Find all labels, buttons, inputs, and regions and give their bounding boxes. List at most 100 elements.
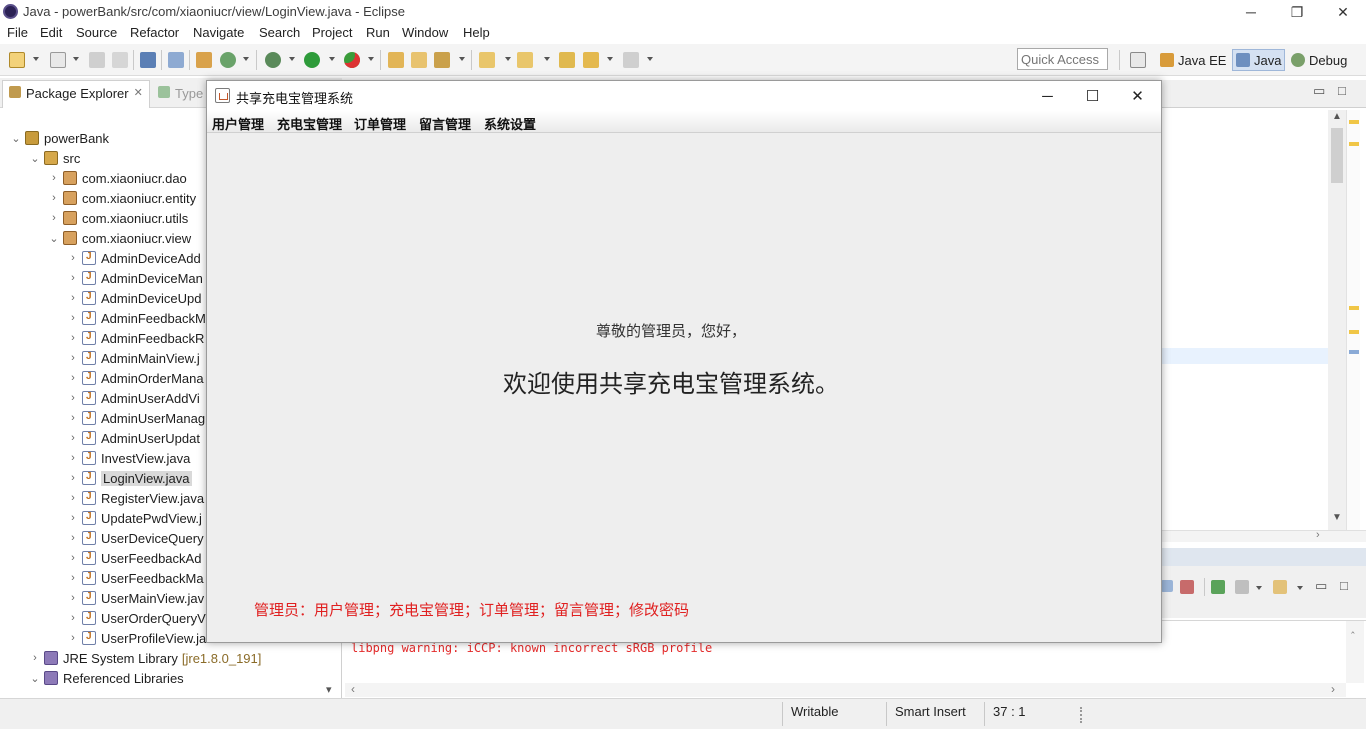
coverage-dropdown-icon[interactable]: [368, 57, 374, 61]
forward-icon[interactable]: [623, 52, 639, 68]
editor-vertical-scrollbar[interactable]: ▲ ▼: [1328, 110, 1346, 530]
coverage-icon[interactable]: [344, 52, 360, 68]
menu-powerbank-management[interactable]: 充电宝管理: [277, 114, 342, 133]
tree-item[interactable]: › AdminMainView.j: [67, 348, 200, 368]
tree-item[interactable]: › AdminUserUpdat: [67, 428, 200, 448]
previous-annotation-icon[interactable]: [517, 52, 533, 68]
new-console-dropdown-icon[interactable]: [1297, 586, 1303, 590]
tab-close-icon[interactable]: ✕: [134, 86, 143, 108]
console-horizontal-scrollbar[interactable]: ‹ ›: [345, 682, 1346, 697]
chevron-right-icon[interactable]: ›: [29, 652, 41, 664]
tree-item[interactable]: › JRE System Library [jre1.8.0_191]: [29, 648, 261, 668]
next-annotation-icon[interactable]: [479, 52, 495, 68]
menu-file[interactable]: File: [7, 25, 28, 40]
open-console-dropdown-icon[interactable]: [1256, 586, 1262, 590]
debug-dropdown-icon[interactable]: [289, 57, 295, 61]
last-edit-icon[interactable]: [559, 52, 575, 68]
editor-maximize-icon[interactable]: □: [1338, 83, 1346, 98]
menu-search[interactable]: Search: [259, 25, 300, 40]
perspective-java[interactable]: Java: [1232, 49, 1286, 71]
forward-dropdown-icon[interactable]: [647, 57, 653, 61]
tree-item[interactable]: › UserMainView.jav: [67, 588, 204, 608]
new-dropdown-icon[interactable]: [33, 57, 39, 61]
open-folder-icon[interactable]: [411, 52, 427, 68]
chevron-right-icon[interactable]: ›: [67, 612, 79, 624]
scroll-down-icon[interactable]: ▼: [1332, 512, 1342, 523]
display-selected-console-icon[interactable]: [1161, 580, 1173, 592]
dialog-close-button[interactable]: ✕: [1115, 81, 1160, 111]
warning-marker[interactable]: [1349, 306, 1359, 310]
tree-item[interactable]: › UserFeedbackAd: [67, 548, 201, 568]
menu-help[interactable]: Help: [463, 25, 490, 40]
open-perspective-icon[interactable]: [1130, 52, 1146, 68]
quick-access-input[interactable]: [1017, 48, 1108, 70]
run-dropdown-icon[interactable]: [329, 57, 335, 61]
scroll-up-icon[interactable]: ▲: [1332, 111, 1342, 122]
chevron-right-icon[interactable]: ›: [67, 572, 79, 584]
perspective-debug[interactable]: Debug: [1288, 49, 1350, 71]
tree-item[interactable]: › com.xiaoniucr.dao: [48, 168, 187, 188]
tree-item[interactable]: › AdminDeviceMan: [67, 268, 203, 288]
tree-item[interactable]: › RegisterView.java: [67, 488, 204, 508]
tree-item[interactable]: › LoginView.java: [67, 468, 192, 488]
menu-source[interactable]: Source: [76, 25, 117, 40]
tree-item[interactable]: › AdminUserManag: [67, 408, 205, 428]
build-icon[interactable]: [196, 52, 212, 68]
chevron-right-icon[interactable]: ›: [67, 372, 79, 384]
close-button[interactable]: ✕: [1320, 0, 1366, 24]
chevron-right-icon[interactable]: ›: [67, 392, 79, 404]
console-maximize-icon[interactable]: □: [1340, 578, 1348, 593]
refresh-dropdown-icon[interactable]: [243, 57, 249, 61]
chevron-right-icon[interactable]: ›: [67, 592, 79, 604]
editor-minimize-icon[interactable]: ▭: [1313, 83, 1325, 99]
chevron-right-icon[interactable]: ›: [67, 252, 79, 264]
tree-item[interactable]: › AdminDeviceAdd: [67, 248, 201, 268]
chevron-right-icon[interactable]: ›: [67, 312, 79, 324]
chevron-right-icon[interactable]: ›: [67, 472, 79, 484]
open-console-icon[interactable]: [1235, 580, 1249, 594]
scroll-thumb[interactable]: [1331, 128, 1343, 183]
chevron-right-icon[interactable]: ›: [67, 512, 79, 524]
menu-window[interactable]: Window: [402, 25, 448, 40]
tree-item[interactable]: › InvestView.java: [67, 448, 190, 468]
menu-project[interactable]: Project: [312, 25, 352, 40]
menu-run[interactable]: Run: [366, 25, 390, 40]
menu-navigate[interactable]: Navigate: [193, 25, 244, 40]
chevron-right-icon[interactable]: ›: [67, 452, 79, 464]
dialog-maximize-button[interactable]: ☐: [1070, 81, 1115, 111]
chevron-right-icon[interactable]: ›: [48, 212, 60, 224]
chevron-down-icon[interactable]: ⌄: [29, 152, 41, 165]
tree-item[interactable]: ⌄ src: [29, 148, 80, 168]
new-file-dropdown-icon[interactable]: [73, 57, 79, 61]
task-dropdown-icon[interactable]: [459, 57, 465, 61]
warning-marker[interactable]: [1349, 120, 1359, 124]
new-icon[interactable]: [9, 52, 25, 68]
minimize-button[interactable]: ─: [1228, 0, 1274, 24]
run-icon[interactable]: [304, 52, 320, 68]
skip-breakpoints-icon[interactable]: [168, 52, 184, 68]
tab-package-explorer[interactable]: Package Explorer ✕: [2, 80, 150, 108]
chevron-down-icon[interactable]: ⌄: [29, 672, 41, 685]
tab-type-hierarchy[interactable]: Type: [158, 86, 203, 101]
perspective-java-ee[interactable]: Java EE: [1157, 49, 1229, 71]
tree-item[interactable]: › UserOrderQueryV: [67, 608, 206, 628]
new-file-icon[interactable]: [50, 52, 66, 68]
chevron-right-icon[interactable]: ›: [67, 632, 79, 644]
save-all-icon[interactable]: [112, 52, 128, 68]
menu-system-settings[interactable]: 系统设置: [484, 114, 536, 133]
chevron-right-icon[interactable]: ›: [48, 172, 60, 184]
tree-item[interactable]: › AdminFeedbackR: [67, 328, 204, 348]
open-type-icon[interactable]: [388, 52, 404, 68]
menu-refactor[interactable]: Refactor: [130, 25, 179, 40]
remove-launches-icon[interactable]: [1180, 580, 1194, 594]
tree-item[interactable]: › UserFeedbackMa: [67, 568, 203, 588]
back-dropdown-icon[interactable]: [607, 57, 613, 61]
menu-message-management[interactable]: 留言管理: [419, 114, 471, 133]
chevron-right-icon[interactable]: ›: [48, 192, 60, 204]
chevron-down-icon[interactable]: ⌄: [48, 232, 60, 245]
chevron-right-icon[interactable]: ›: [67, 412, 79, 424]
chevron-right-icon[interactable]: ›: [67, 532, 79, 544]
menu-order-management[interactable]: 订单管理: [354, 114, 406, 133]
console-minimize-icon[interactable]: ▭: [1315, 578, 1327, 594]
chevron-right-icon[interactable]: ›: [67, 332, 79, 344]
